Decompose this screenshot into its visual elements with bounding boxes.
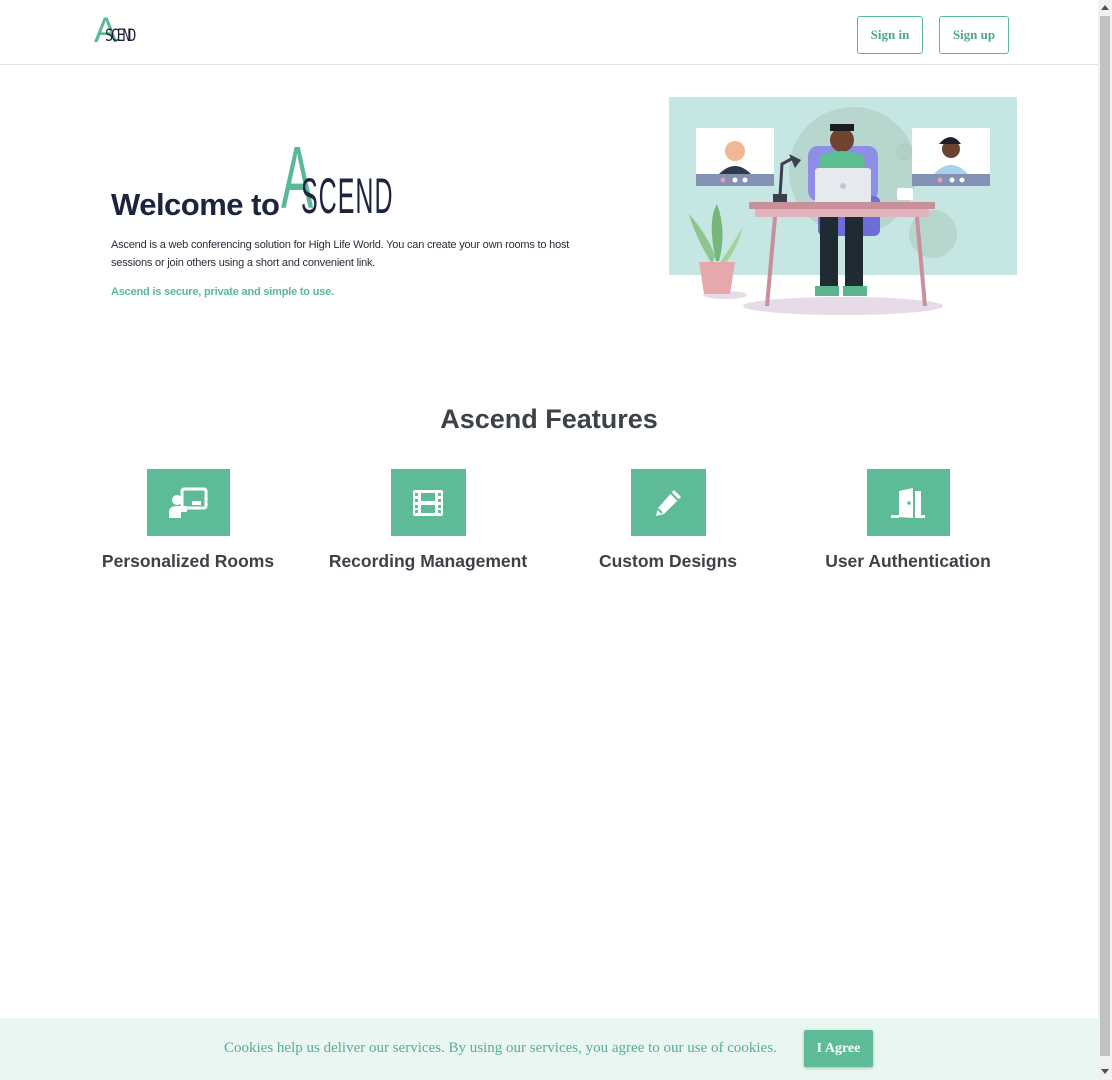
- hero-title: Welcome to A SCEND: [111, 133, 511, 225]
- feature-user-authentication: User Authentication: [808, 469, 1008, 572]
- top-navbar: A SCEND Sign in Sign up: [0, 0, 1098, 65]
- brand-logo-text: SCEND: [105, 26, 136, 46]
- feature-personalized-rooms: Personalized Rooms: [88, 469, 288, 572]
- hero-welcome-text: Welcome to: [111, 187, 280, 222]
- scroll-down-icon[interactable]: [1101, 1069, 1109, 1074]
- pencil-icon: [630, 469, 706, 536]
- feature-label: User Authentication: [825, 551, 991, 571]
- hero-tagline: Ascend is secure, private and simple to …: [111, 286, 334, 298]
- sign-in-button[interactable]: Sign in: [857, 16, 923, 54]
- feature-label: Custom Designs: [598, 551, 738, 571]
- hero-illustration: [669, 97, 1017, 315]
- door-open-icon: [866, 469, 950, 536]
- scroll-up-icon[interactable]: [1101, 5, 1109, 10]
- hero-description: Ascend is a web conferencing solution fo…: [111, 239, 570, 269]
- vertical-scrollbar[interactable]: [1098, 0, 1112, 1080]
- film-icon: [390, 469, 466, 536]
- scrollbar-thumb[interactable]: [1100, 16, 1110, 1056]
- sign-up-button[interactable]: Sign up: [939, 16, 1009, 54]
- feature-label: Personalized Rooms: [101, 551, 275, 571]
- cookie-banner: Cookies help us deliver our services. By…: [0, 1018, 1098, 1080]
- feature-custom-designs: Custom Designs: [568, 469, 768, 572]
- hero-logo-text: SCEND: [301, 168, 394, 224]
- agree-button[interactable]: I Agree: [804, 1030, 873, 1067]
- features-title: Ascend Features: [440, 404, 658, 434]
- feature-recording-management: Recording Management: [328, 469, 528, 572]
- feature-label: Recording Management: [328, 551, 528, 571]
- cookie-message: Cookies help us deliver our services. By…: [224, 1040, 777, 1056]
- chalkboard-teacher-icon: [146, 469, 230, 536]
